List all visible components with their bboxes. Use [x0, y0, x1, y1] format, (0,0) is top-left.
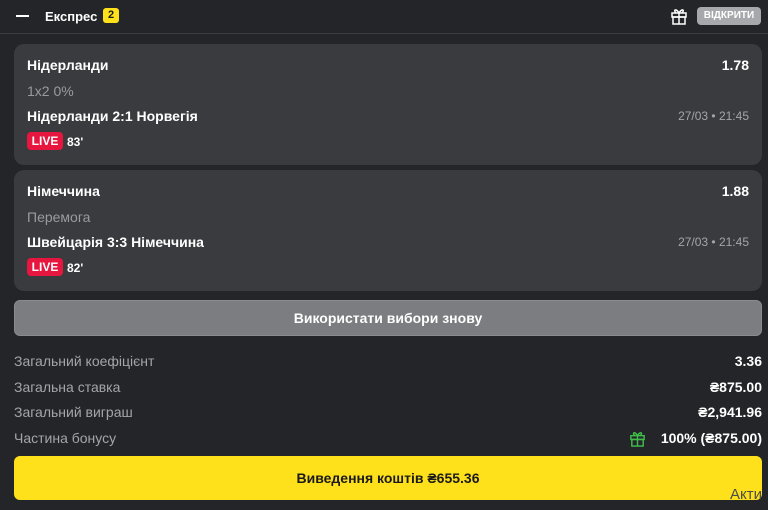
selection-name: Німеччина — [27, 183, 100, 199]
cashout-button[interactable]: Виведення коштів ₴655.36 — [14, 456, 762, 500]
live-badge: LIVE — [27, 132, 63, 150]
summary-value: 100% (₴875.00) — [660, 430, 762, 446]
match-time: 27/03 • 21:45 — [678, 235, 749, 249]
minus-icon[interactable] — [16, 15, 29, 17]
summary-label: Загальна ставка — [14, 379, 121, 395]
market-name: 1x2 0% — [27, 83, 74, 99]
summary-value: ₴875.00 — [709, 379, 762, 395]
gift-icon[interactable] — [670, 7, 688, 25]
summary-label: Загальний виграш — [14, 404, 133, 420]
live-badge: LIVE — [27, 258, 63, 276]
match-time: 27/03 • 21:45 — [678, 109, 749, 123]
summary-total-stake: Загальна ставка ₴875.00 — [14, 379, 762, 399]
reuse-selections-button[interactable]: Використати вибори знову — [14, 300, 762, 336]
live-minute: 83' — [67, 135, 84, 149]
summary-value: 3.36 — [734, 353, 762, 369]
live-minute: 82' — [67, 261, 84, 275]
gift-icon — [630, 432, 645, 447]
bet-card: Нідерланди 1.78 1x2 0% Нідерланди 2:1 Но… — [14, 44, 762, 165]
bet-slip-header: Експрес 2 ВІДКРИТИ — [0, 0, 768, 34]
open-button[interactable]: ВІДКРИТИ — [697, 7, 761, 25]
activation-watermark: Акти — [730, 486, 762, 503]
summary-bonus-part: Частина бонусу 100% (₴875.00) — [14, 430, 762, 450]
selection-count-badge: 2 — [103, 8, 119, 23]
match-name: Нідерланди 2:1 Норвегія — [27, 108, 198, 124]
bet-slip-title: Експрес — [45, 9, 98, 24]
match-name: Швейцарія 3:3 Німеччина — [27, 234, 204, 250]
bet-card: Німеччина 1.88 Перемога Швейцарія 3:3 Ні… — [14, 170, 762, 291]
selection-name: Нідерланди — [27, 57, 109, 73]
summary-label: Частина бонусу — [14, 430, 117, 446]
summary-total-odds: Загальний коефіцієнт 3.36 — [14, 353, 762, 373]
summary-total-win: Загальний виграш ₴2,941.96 — [14, 404, 762, 424]
selection-odds: 1.88 — [721, 183, 749, 199]
market-name: Перемога — [27, 209, 91, 225]
summary-label: Загальний коефіцієнт — [14, 353, 155, 369]
selection-odds: 1.78 — [721, 57, 749, 73]
summary-value: ₴2,941.96 — [698, 404, 762, 420]
